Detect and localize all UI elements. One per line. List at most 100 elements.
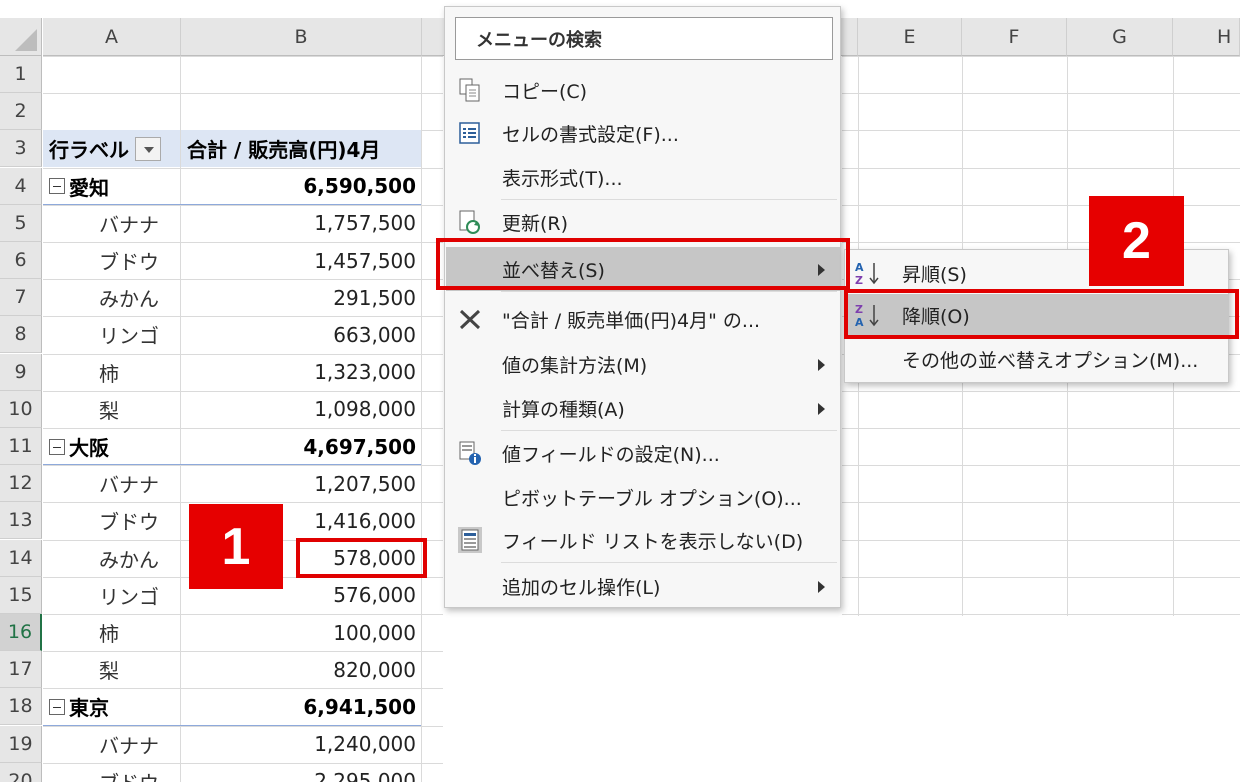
menu-item-label: 計算の種類(A) <box>502 398 625 421</box>
pivot-header-value[interactable]: 合計 / 販売高(円)4月 <box>181 130 421 168</box>
column-header-g[interactable]: G <box>1067 18 1173 56</box>
submenu-arrow-icon <box>818 581 825 593</box>
refresh-icon <box>458 209 482 235</box>
row-header[interactable]: 16 <box>0 614 42 651</box>
item-value[interactable]: 100,000 <box>181 614 421 651</box>
group-label[interactable]: 大阪 <box>43 428 180 465</box>
row-header[interactable]: 18 <box>0 688 42 726</box>
item-label[interactable]: ブドウ <box>43 502 180 539</box>
collapse-icon[interactable] <box>49 438 65 455</box>
row-header[interactable]: 12 <box>0 465 42 503</box>
menu-item[interactable]: 計算の種類(A) <box>446 386 841 430</box>
row-header[interactable]: 1 <box>0 56 42 93</box>
item-value[interactable]: 820,000 <box>181 651 421 688</box>
menu-item[interactable]: 値フィールドの設定(N)... <box>446 431 841 475</box>
gridline <box>421 56 422 782</box>
highlight-box-cell <box>296 538 427 578</box>
sort-ascending-icon: AZ <box>854 260 884 287</box>
row-header[interactable]: 5 <box>0 204 42 242</box>
row-header[interactable]: 15 <box>0 576 42 614</box>
row-header[interactable]: 2 <box>0 93 42 131</box>
menu-item[interactable]: 追加のセル操作(L) <box>446 564 841 608</box>
row-header[interactable]: 6 <box>0 242 42 279</box>
item-label[interactable]: バナナ <box>43 726 180 763</box>
menu-item-label: コピー(C) <box>502 80 588 103</box>
group-total[interactable]: 6,590,500 <box>181 168 421 205</box>
item-label[interactable]: ブドウ <box>43 763 180 782</box>
gridline <box>842 56 1240 57</box>
row-header[interactable]: 4 <box>0 167 42 205</box>
field-list-icon <box>458 527 482 553</box>
submenu-arrow-icon <box>818 359 825 371</box>
select-all-corner[interactable] <box>0 18 42 56</box>
row-header[interactable]: 20 <box>0 762 42 782</box>
step-badge-1: 1 <box>189 504 283 589</box>
menu-item[interactable]: フィールド リストを表示しない(D) <box>446 518 841 562</box>
group-label[interactable]: 東京 <box>43 688 180 725</box>
group-label-text: 大阪 <box>69 436 109 460</box>
collapse-icon[interactable] <box>49 178 65 195</box>
menu-item-label: 値フィールドの設定(N)... <box>502 443 720 466</box>
row-header[interactable]: 11 <box>0 428 42 465</box>
group-total[interactable]: 4,697,500 <box>181 428 421 465</box>
pivot-header-label-text: 行ラベル <box>49 138 129 163</box>
svg-text:A: A <box>855 261 864 274</box>
item-value[interactable]: 1,098,000 <box>181 391 421 428</box>
gridline <box>842 614 1240 615</box>
item-label[interactable]: 梨 <box>43 391 180 428</box>
remove-x-icon <box>458 306 482 332</box>
item-value[interactable]: 2,295,000 <box>181 763 421 782</box>
row-header[interactable]: 9 <box>0 353 42 391</box>
column-header-h[interactable]: H <box>1173 18 1240 56</box>
gridline <box>842 428 1240 429</box>
gridline <box>842 539 1240 541</box>
menu-item[interactable]: ピボットテーブル オプション(O)... <box>446 475 841 519</box>
collapse-icon[interactable] <box>49 698 65 715</box>
item-value[interactable]: 1,323,000 <box>181 354 421 391</box>
item-value[interactable]: 1,757,500 <box>181 205 421 242</box>
row-header[interactable]: 19 <box>0 725 42 763</box>
group-label[interactable]: 愛知 <box>43 168 180 205</box>
column-header-f[interactable]: F <box>962 18 1067 56</box>
item-label[interactable]: バナナ <box>43 205 180 242</box>
gridline <box>842 576 1240 578</box>
row-header[interactable]: 3 <box>0 130 42 168</box>
item-value[interactable]: 663,000 <box>181 316 421 353</box>
item-label[interactable]: 梨 <box>43 651 180 688</box>
menu-item[interactable]: 値の集計方法(M) <box>446 342 841 386</box>
menu-search-input[interactable]: メニューの検索 <box>455 17 833 60</box>
row-header[interactable]: 13 <box>0 502 42 540</box>
filter-dropdown-icon[interactable] <box>135 136 161 161</box>
pivot-header-label[interactable]: 行ラベル <box>43 130 180 168</box>
row-header[interactable]: 17 <box>0 651 42 689</box>
item-label[interactable]: みかん <box>43 540 180 577</box>
gridline <box>43 93 443 95</box>
menu-item[interactable]: コピー(C) <box>446 68 841 112</box>
item-label[interactable]: リンゴ <box>43 316 180 353</box>
column-header-e[interactable]: E <box>858 18 962 56</box>
menu-item[interactable]: "合計 / 販売単価(円)4月" の... <box>446 297 841 341</box>
item-label[interactable]: ブドウ <box>43 242 180 279</box>
column-header-b[interactable]: B <box>181 18 422 56</box>
item-value[interactable]: 291,500 <box>181 279 421 316</box>
row-header[interactable]: 10 <box>0 390 42 428</box>
item-label[interactable]: 柿 <box>43 614 180 651</box>
item-label[interactable]: 柿 <box>43 354 180 391</box>
highlight-box-descending <box>844 289 1239 339</box>
row-header[interactable]: 7 <box>0 279 42 317</box>
row-header[interactable]: 14 <box>0 539 42 577</box>
item-label[interactable]: リンゴ <box>43 577 180 614</box>
row-header[interactable]: 8 <box>0 316 42 354</box>
item-value[interactable]: 1,457,500 <box>181 242 421 279</box>
group-total[interactable]: 6,941,500 <box>181 688 421 725</box>
item-label[interactable]: みかん <box>43 279 180 316</box>
menu-item[interactable]: 表示形式(T)... <box>446 155 841 199</box>
item-label[interactable]: バナナ <box>43 465 180 502</box>
item-value[interactable]: 1,207,500 <box>181 465 421 502</box>
column-header-a[interactable]: A <box>43 18 181 56</box>
menu-item[interactable]: セルの書式設定(F)... <box>446 111 841 155</box>
submenu-item[interactable]: その他の並べ替えオプション(M)... <box>846 338 1229 380</box>
item-value[interactable]: 1,240,000 <box>181 726 421 763</box>
copy-icon <box>458 77 482 103</box>
menu-item-label: ピボットテーブル オプション(O)... <box>502 487 802 510</box>
